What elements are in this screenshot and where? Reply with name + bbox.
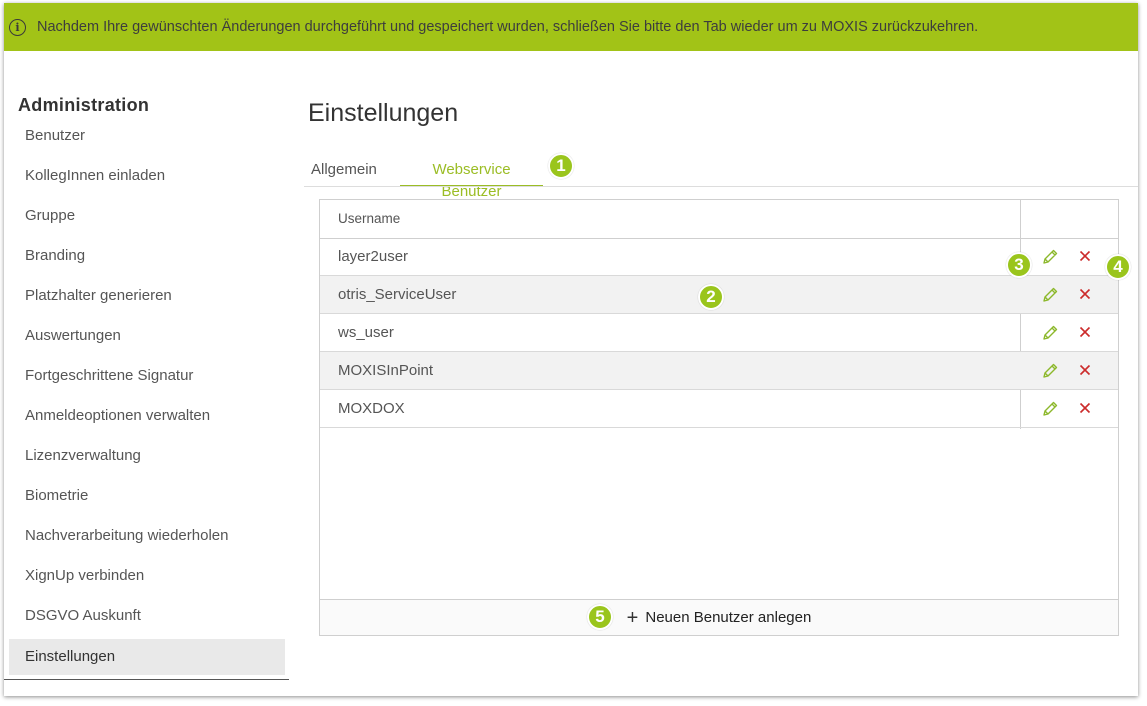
banner-message: Nachdem Ihre gewünschten Änderungen durc…	[37, 19, 979, 35]
pencil-icon[interactable]	[1040, 285, 1060, 305]
sidebar-item-nachverarbeitung[interactable]: Nachverarbeitung wiederholen	[9, 518, 285, 554]
sidebar-item-gruppe[interactable]: Gruppe	[9, 198, 285, 234]
delete-x-icon[interactable]	[1076, 323, 1094, 341]
tab-allgemein[interactable]: Allgemein	[311, 159, 377, 187]
table-row[interactable]: ws_user	[320, 314, 1118, 352]
delete-x-icon[interactable]	[1076, 361, 1094, 379]
users-table: Username layer2user otris_ServiceUser ws…	[319, 199, 1119, 600]
sidebar-item-anmeldeoptionen[interactable]: Anmeldeoptionen verwalten	[9, 398, 285, 434]
sidebar-item-lizenzverwaltung[interactable]: Lizenzverwaltung	[9, 438, 285, 474]
username-cell: MOXISInPoint	[338, 362, 434, 379]
sidebar-item-kolleginnen-einladen[interactable]: KollegInnen einladen	[9, 158, 285, 194]
username-cell: ws_user	[338, 324, 394, 341]
sidebar-item-benutzer[interactable]: Benutzer	[9, 118, 285, 154]
username-cell: layer2user	[338, 248, 409, 265]
callout-badge-4: 4	[1105, 254, 1131, 280]
info-banner: i Nachdem Ihre gewünschten Änderungen du…	[4, 3, 1138, 51]
info-icon: i	[9, 18, 26, 36]
callout-badge-1: 1	[548, 153, 574, 179]
app-window: i Nachdem Ihre gewünschten Änderungen du…	[4, 3, 1138, 696]
sidebar-item-dsgvo-auskunft[interactable]: DSGVO Auskunft	[9, 598, 285, 634]
sidebar-item-auswertungen[interactable]: Auswertungen	[9, 318, 285, 354]
sidebar-divider	[4, 679, 289, 680]
column-header-username[interactable]: Username	[338, 200, 400, 238]
sidebar: Administration Benutzer KollegInnen einl…	[4, 51, 289, 696]
sidebar-item-fortgeschrittene-signatur[interactable]: Fortgeschrittene Signatur	[9, 358, 285, 394]
pencil-icon[interactable]	[1040, 247, 1060, 267]
tab-webservice-benutzer[interactable]: Webservice Benutzer	[400, 159, 543, 200]
delete-x-icon[interactable]	[1076, 285, 1094, 303]
table-row[interactable]: MOXISInPoint	[320, 352, 1118, 390]
table-row[interactable]: MOXDOX	[320, 390, 1118, 428]
delete-x-icon[interactable]	[1076, 399, 1094, 417]
pencil-icon[interactable]	[1040, 399, 1060, 419]
plus-icon: +	[626, 606, 639, 629]
callout-badge-2: 2	[698, 284, 724, 310]
add-user-label: Neuen Benutzer anlegen	[645, 609, 812, 626]
table-header: Username	[320, 200, 1118, 239]
sidebar-item-biometrie[interactable]: Biometrie	[9, 478, 285, 514]
pencil-icon[interactable]	[1040, 323, 1060, 343]
callout-badge-5: 5	[587, 604, 613, 630]
sidebar-item-xignup-verbinden[interactable]: XignUp verbinden	[9, 558, 285, 594]
username-cell: otris_ServiceUser	[338, 286, 457, 303]
sidebar-item-einstellungen[interactable]: Einstellungen	[9, 639, 285, 675]
callout-badge-3: 3	[1006, 252, 1032, 278]
tabs-divider	[304, 186, 1138, 187]
sidebar-title: Administration	[18, 95, 150, 115]
username-cell: MOXDOX	[338, 400, 405, 417]
pencil-icon[interactable]	[1040, 361, 1060, 381]
page-title: Einstellungen	[308, 99, 459, 127]
table-row[interactable]: layer2user	[320, 238, 1118, 276]
sidebar-item-branding[interactable]: Branding	[9, 238, 285, 274]
delete-x-icon[interactable]	[1076, 247, 1094, 265]
sidebar-item-platzhalter-generieren[interactable]: Platzhalter generieren	[9, 278, 285, 314]
add-user-button[interactable]: + Neuen Benutzer anlegen	[319, 599, 1119, 636]
